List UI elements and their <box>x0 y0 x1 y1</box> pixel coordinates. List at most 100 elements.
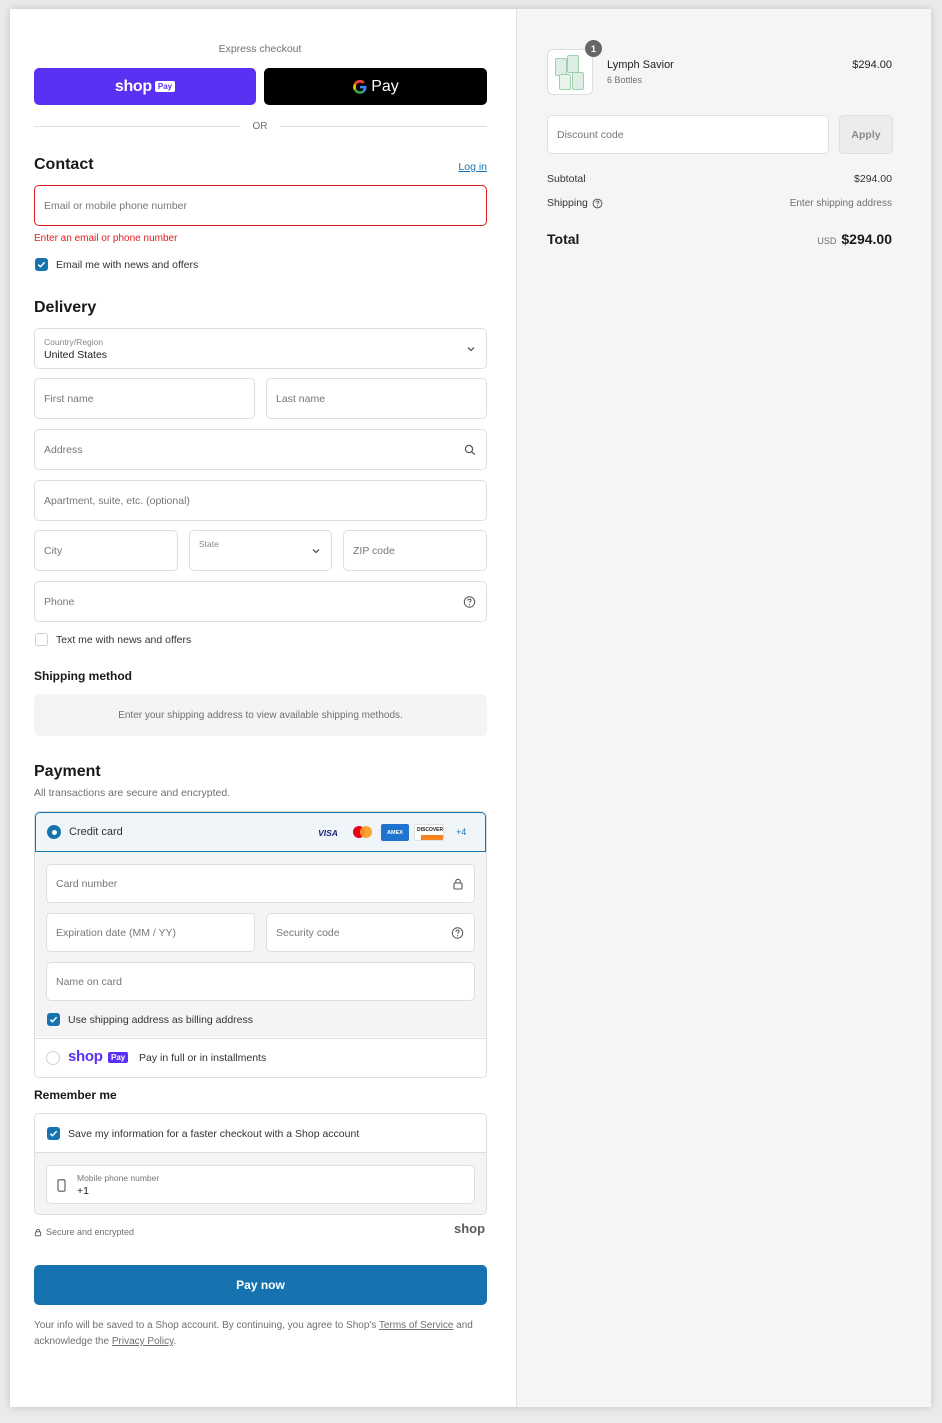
apartment-placeholder: Apartment, suite, etc. (optional) <box>44 494 190 507</box>
check-icon <box>49 1130 58 1137</box>
expiration-field[interactable]: Expiration date (MM / YY) <box>46 913 255 952</box>
payment-subtitle: All transactions are secure and encrypte… <box>34 787 231 799</box>
first-name-field[interactable]: First name <box>34 378 255 419</box>
bottle-icon <box>567 55 579 73</box>
checkout-page: Express checkout shop Pay Pay OR Contact… <box>10 9 931 1407</box>
name-on-card-field[interactable]: Name on card <box>46 962 475 1001</box>
contact-heading: Contact <box>34 156 94 173</box>
product-variant: 6 Bottles <box>607 75 643 85</box>
privacy-policy-link[interactable]: Privacy Policy <box>112 1336 174 1347</box>
more-brands: +4 <box>456 827 467 837</box>
last-name-field[interactable]: Last name <box>266 378 487 419</box>
discover-icon-text: DISCOVER <box>417 827 444 833</box>
apply-button-label: Apply <box>851 128 881 141</box>
total-label: Total <box>547 231 580 247</box>
payment-heading: Payment <box>34 763 101 780</box>
chevron-down-icon <box>467 346 475 351</box>
zip-placeholder: ZIP code <box>353 544 395 557</box>
amex-icon-text: AMEX <box>387 829 403 836</box>
help-circle-icon[interactable] <box>592 198 603 209</box>
shop-pay-logo: shop <box>114 77 152 95</box>
total-row: USD $294.00 <box>817 231 892 247</box>
quantity-badge: 1 <box>585 40 602 57</box>
discount-code-field[interactable]: Discount code <box>547 115 829 154</box>
billing-checkbox[interactable] <box>47 1013 60 1026</box>
legal-part1: Your info will be saved to a Shop accoun… <box>34 1320 379 1331</box>
shop-pay-button[interactable]: shop Pay <box>34 68 256 105</box>
mobile-phone-label: Mobile phone number <box>77 1172 160 1183</box>
discover-stripe <box>421 835 443 840</box>
chevron-down-icon <box>312 548 320 553</box>
pay-now-label: Pay now <box>236 1278 285 1292</box>
first-name-placeholder: First name <box>44 392 94 405</box>
mobile-phone-field[interactable]: Mobile phone number +1 <box>46 1165 475 1204</box>
secure-encrypted-text: Secure and encrypted <box>46 1227 135 1237</box>
shop-logo: shop <box>454 1221 486 1236</box>
product-price: $294.00 <box>852 59 892 71</box>
security-code-field[interactable]: Security code <box>266 913 475 952</box>
address-field[interactable]: Address <box>34 429 487 470</box>
subtotal-value: $294.00 <box>854 173 892 185</box>
apartment-field[interactable]: Apartment, suite, etc. (optional) <box>34 480 487 521</box>
shop-pay-badge: Pay <box>154 81 176 92</box>
shop-pay-option-label: Pay in full or in installments <box>139 1052 267 1064</box>
email-news-checkbox[interactable] <box>35 258 48 271</box>
terms-of-service-link[interactable]: Terms of Service <box>379 1320 453 1331</box>
shipping-method-heading: Shipping method <box>34 669 132 683</box>
or-divider-text: OR <box>252 121 268 132</box>
pay-now-button[interactable]: Pay now <box>34 1265 487 1305</box>
email-field[interactable]: Email or mobile phone number <box>34 185 487 226</box>
total-value: $294.00 <box>841 231 892 247</box>
or-divider-left <box>34 126 240 127</box>
order-summary: 1 Lymph Savior 6 Bottles $294.00 Discoun… <box>516 9 931 1407</box>
city-field[interactable]: City <box>34 530 178 571</box>
help-circle-icon[interactable] <box>451 926 464 939</box>
delivery-heading: Delivery <box>34 299 97 316</box>
email-error: Enter an email or phone number <box>34 233 178 244</box>
discount-code-placeholder: Discount code <box>557 128 624 141</box>
state-select[interactable]: State <box>189 530 332 571</box>
amex-icon: AMEX <box>381 824 409 841</box>
legal-part3: . <box>173 1336 177 1347</box>
country-value: United States <box>44 348 108 361</box>
google-pay-button[interactable]: Pay <box>264 68 487 105</box>
check-icon <box>37 261 46 268</box>
subtotal-label: Subtotal <box>547 173 586 185</box>
zip-field[interactable]: ZIP code <box>343 530 487 571</box>
search-icon <box>464 444 476 455</box>
text-news-label: Text me with news and offers <box>56 634 192 646</box>
card-number-field[interactable]: Card number <box>46 864 475 903</box>
apply-button[interactable]: Apply <box>839 115 893 154</box>
billing-label: Use shipping address as billing address <box>68 1014 254 1026</box>
lock-icon <box>453 878 463 890</box>
shipping-row: Shipping <box>547 197 603 209</box>
save-info-checkbox[interactable] <box>47 1127 60 1140</box>
phone-field[interactable]: Phone <box>34 581 487 622</box>
credit-card-radio[interactable] <box>47 825 61 839</box>
credit-card-option[interactable]: Credit card VISA AMEX DISCOVER +4 <box>35 812 486 852</box>
login-link[interactable]: Log in <box>458 161 487 173</box>
help-circle-icon[interactable] <box>463 595 476 608</box>
visa-icon-text: VISA <box>318 827 338 838</box>
remember-me-box: Save my information for a faster checkou… <box>34 1113 487 1215</box>
lock-icon <box>34 1228 42 1236</box>
discover-icon: DISCOVER <box>414 824 444 841</box>
phone-placeholder: Phone <box>44 595 75 608</box>
product-thumbnail <box>547 49 593 95</box>
shop-pay-option-logo: shop <box>68 1048 103 1065</box>
bottle-icon <box>559 74 571 90</box>
google-g-icon <box>353 79 367 94</box>
shipping-label: Shipping <box>547 197 588 209</box>
secure-encrypted: Secure and encrypted <box>34 1227 134 1237</box>
legal-text: Your info will be saved to a Shop accoun… <box>34 1318 490 1350</box>
card-number-placeholder: Card number <box>56 877 118 890</box>
or-divider-right <box>280 126 487 127</box>
total-currency: USD <box>817 236 837 246</box>
last-name-placeholder: Last name <box>276 392 326 405</box>
text-news-checkbox[interactable] <box>35 633 48 646</box>
country-select[interactable]: Country/Region United States <box>34 328 487 369</box>
shop-pay-option[interactable]: shop Pay Pay in full or in installments <box>35 1038 486 1077</box>
bottle-icon <box>572 72 584 90</box>
mobile-phone-icon <box>57 1179 66 1192</box>
shop-pay-radio[interactable] <box>46 1051 60 1065</box>
